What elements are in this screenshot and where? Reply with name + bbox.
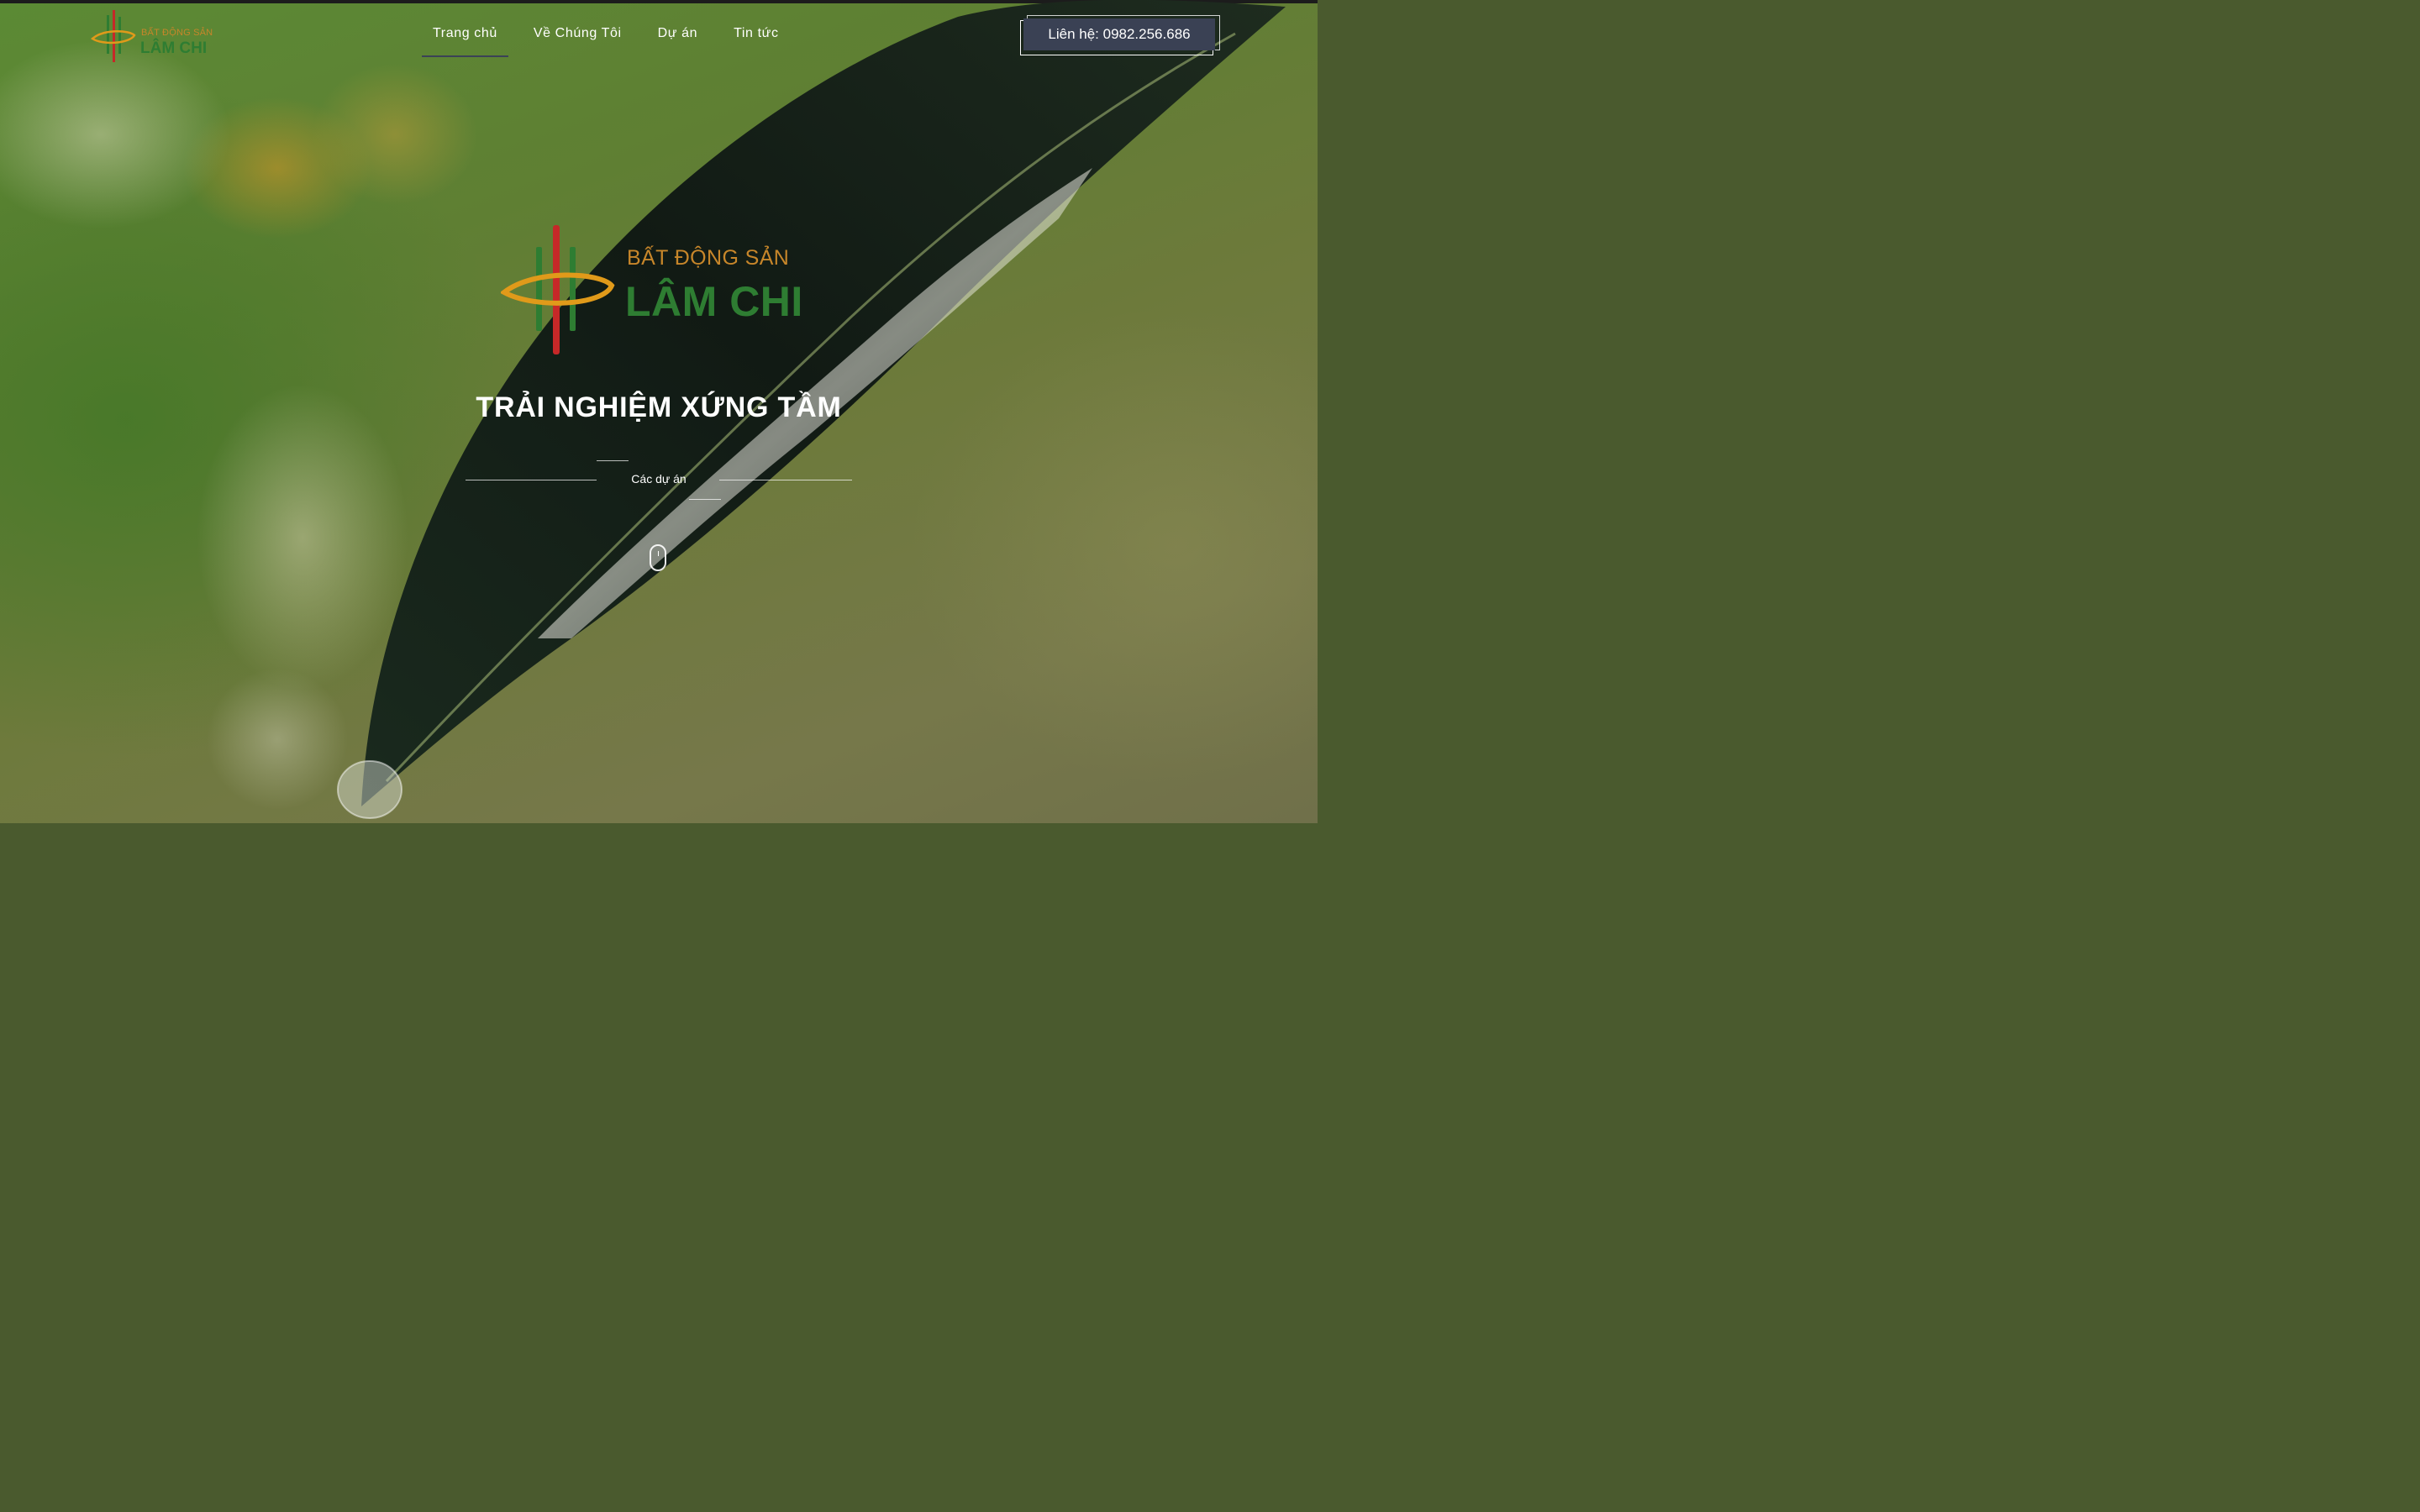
- nav-item-projects[interactable]: Dự án: [647, 24, 709, 57]
- header-logo[interactable]: BẤT ĐỘNG SẢN LÂM CHI: [91, 10, 225, 62]
- header-logo-tagline: BẤT ĐỘNG SẢN: [141, 28, 213, 38]
- mouse-scroll-icon[interactable]: [650, 544, 666, 571]
- mouse-wheel: [658, 551, 659, 556]
- nav-item-home[interactable]: Trang chủ: [422, 24, 508, 57]
- hero-logo-mark-icon: [501, 225, 615, 354]
- hero-logo: BẤT ĐỘNG SẢN LÂM CHI: [501, 225, 820, 356]
- hero-background: BẤT ĐỘNG SẢN LÂM CHI Trang chủ Về Chúng …: [0, 0, 1318, 823]
- divider-top: [597, 460, 629, 461]
- nav-item-about[interactable]: Về Chúng Tôi: [523, 24, 633, 57]
- contact-button-wrapper: Liên hệ: 0982.256.686: [1020, 15, 1220, 55]
- contact-button[interactable]: Liên hệ: 0982.256.686: [1023, 18, 1215, 50]
- divider-bottom: [689, 499, 721, 500]
- hero-logo-tagline: BẤT ĐỘNG SẢN: [627, 246, 790, 270]
- header-logo-name: LÂM CHI: [140, 39, 208, 57]
- main-nav: Trang chủ Về Chúng Tôi Dự án Tin tức: [422, 24, 804, 57]
- nav-item-news[interactable]: Tin tức: [723, 24, 789, 57]
- hero-headline: TRẢI NGHIỆM XỨNG TẦM: [476, 391, 842, 423]
- logo-mark-icon: [91, 10, 136, 62]
- projects-link[interactable]: Các dự án: [575, 472, 743, 486]
- hero-logo-name: LÂM CHI: [625, 278, 803, 325]
